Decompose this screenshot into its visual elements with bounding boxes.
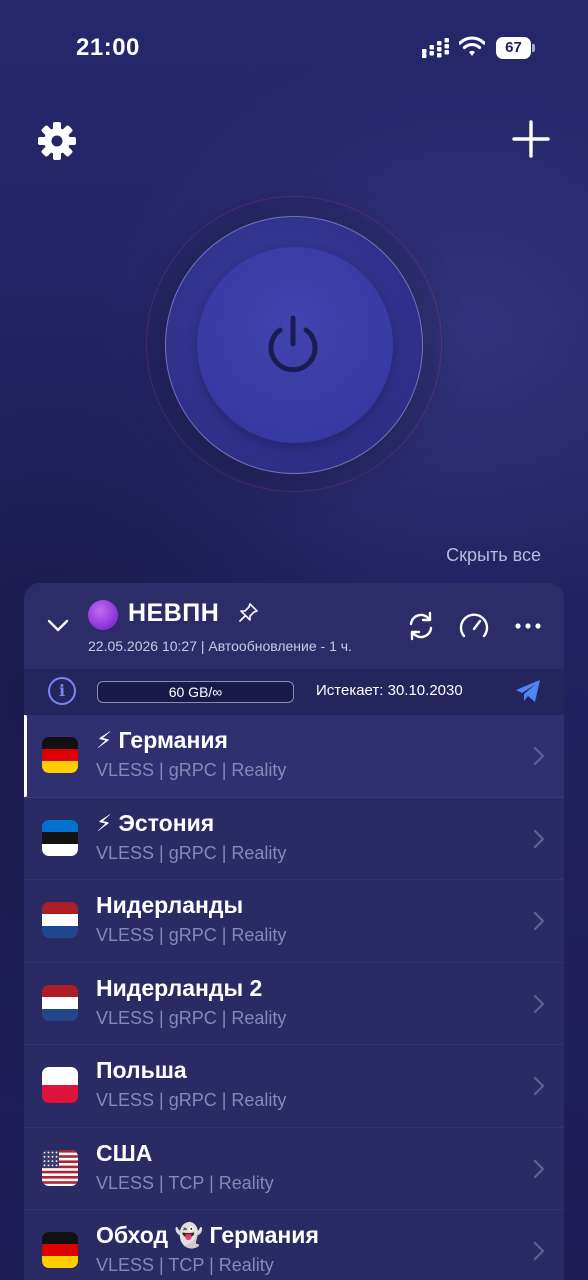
- server-row[interactable]: ⚡ Германия VLESS | gRPC | Reality: [24, 715, 564, 798]
- connect-power-button[interactable]: [146, 196, 442, 492]
- server-name: Обход 👻 Германия: [96, 1222, 319, 1248]
- telegram-icon[interactable]: [514, 678, 542, 704]
- flag-de-icon: [42, 737, 78, 773]
- server-name: США: [96, 1139, 153, 1166]
- more-options-icon[interactable]: [514, 618, 542, 634]
- chevron-right-icon: [533, 994, 545, 1013]
- subscription-header[interactable]: НЕВПН 22.05.2026 10:27 | Автообновление …: [24, 583, 564, 669]
- refresh-icon[interactable]: [406, 610, 436, 642]
- chevron-right-icon: [533, 1241, 545, 1261]
- server-name: Нидерланды: [96, 892, 244, 918]
- flag-pl-icon: [42, 1067, 78, 1103]
- server-row[interactable]: Нидерланды 2 VLESS | gRPC | Reality: [24, 963, 564, 1045]
- flag-de-icon: [42, 1232, 78, 1268]
- chevron-right-icon: [533, 1076, 545, 1096]
- settings-gear-icon[interactable]: [36, 120, 78, 162]
- pin-icon[interactable]: [236, 601, 260, 625]
- chevron-right-icon: [533, 1159, 545, 1178]
- flag-ee-icon: [42, 819, 78, 856]
- status-time: 21:00: [76, 34, 140, 61]
- battery-indicator: 67: [496, 37, 536, 59]
- server-row[interactable]: Нидерланды VLESS | gRPC | Reality: [24, 880, 564, 963]
- subscription-info-row: i 60 GB/∞ Истекает: 30.10.2030: [24, 669, 564, 715]
- server-protocol: VLESS | TCP | Reality: [96, 1172, 274, 1193]
- subscription-name: НЕВПН: [128, 599, 220, 627]
- server-name: ⚡ Германия: [96, 727, 228, 753]
- server-protocol: VLESS | gRPC | Reality: [96, 842, 287, 863]
- server-row[interactable]: Обход 👻 Германия VLESS | TCP | Reality: [24, 1210, 564, 1280]
- server-row[interactable]: Польша VLESS | gRPC | Reality: [24, 1045, 564, 1128]
- subscription-card: НЕВПН 22.05.2026 10:27 | Автообновление …: [24, 583, 564, 1280]
- server-name: ⚡ Эстония: [96, 809, 215, 836]
- add-plus-icon[interactable]: [510, 118, 552, 160]
- subscription-updated-info: 22.05.2026 10:27 | Автообновление - 1 ч.: [88, 638, 352, 654]
- chevron-down-icon[interactable]: [46, 615, 70, 635]
- speedtest-gauge-icon[interactable]: [458, 610, 490, 642]
- cellular-signal-icon: [422, 38, 449, 58]
- server-protocol: VLESS | gRPC | Reality: [96, 1090, 287, 1110]
- server-name: Нидерланды 2: [96, 974, 263, 1001]
- flag-nl-icon: [42, 984, 78, 1021]
- server-protocol: VLESS | gRPC | Reality: [96, 1007, 287, 1028]
- chevron-right-icon: [533, 746, 545, 766]
- server-protocol: VLESS | gRPC | Reality: [96, 925, 287, 945]
- battery-cap: [532, 44, 535, 52]
- server-row[interactable]: США VLESS | TCP | Reality: [24, 1128, 564, 1210]
- flag-nl-icon: [42, 902, 78, 938]
- server-protocol: VLESS | gRPC | Reality: [96, 760, 287, 780]
- server-list: ⚡ Германия VLESS | gRPC | Reality ⚡ Эстони…: [24, 715, 564, 1280]
- server-protocol: VLESS | TCP | Reality: [96, 1255, 274, 1275]
- traffic-usage-bar: 60 GB/∞: [97, 681, 294, 703]
- wifi-icon: [459, 36, 485, 56]
- server-row[interactable]: ⚡ Эстония VLESS | gRPC | Reality: [24, 798, 564, 880]
- power-icon: [268, 315, 318, 373]
- server-name: Польша: [96, 1057, 187, 1083]
- chevron-right-icon: [533, 829, 545, 848]
- info-icon[interactable]: i: [48, 677, 76, 705]
- hide-all-button[interactable]: Скрыть все: [446, 545, 541, 566]
- status-bar: 21:00 67: [0, 0, 588, 96]
- flag-us-icon: [42, 1149, 78, 1186]
- expiry-date: Истекает: 30.10.2030: [316, 682, 463, 699]
- subscription-emoji: [88, 600, 118, 630]
- battery-level: 67: [496, 37, 531, 59]
- chevron-right-icon: [533, 911, 545, 931]
